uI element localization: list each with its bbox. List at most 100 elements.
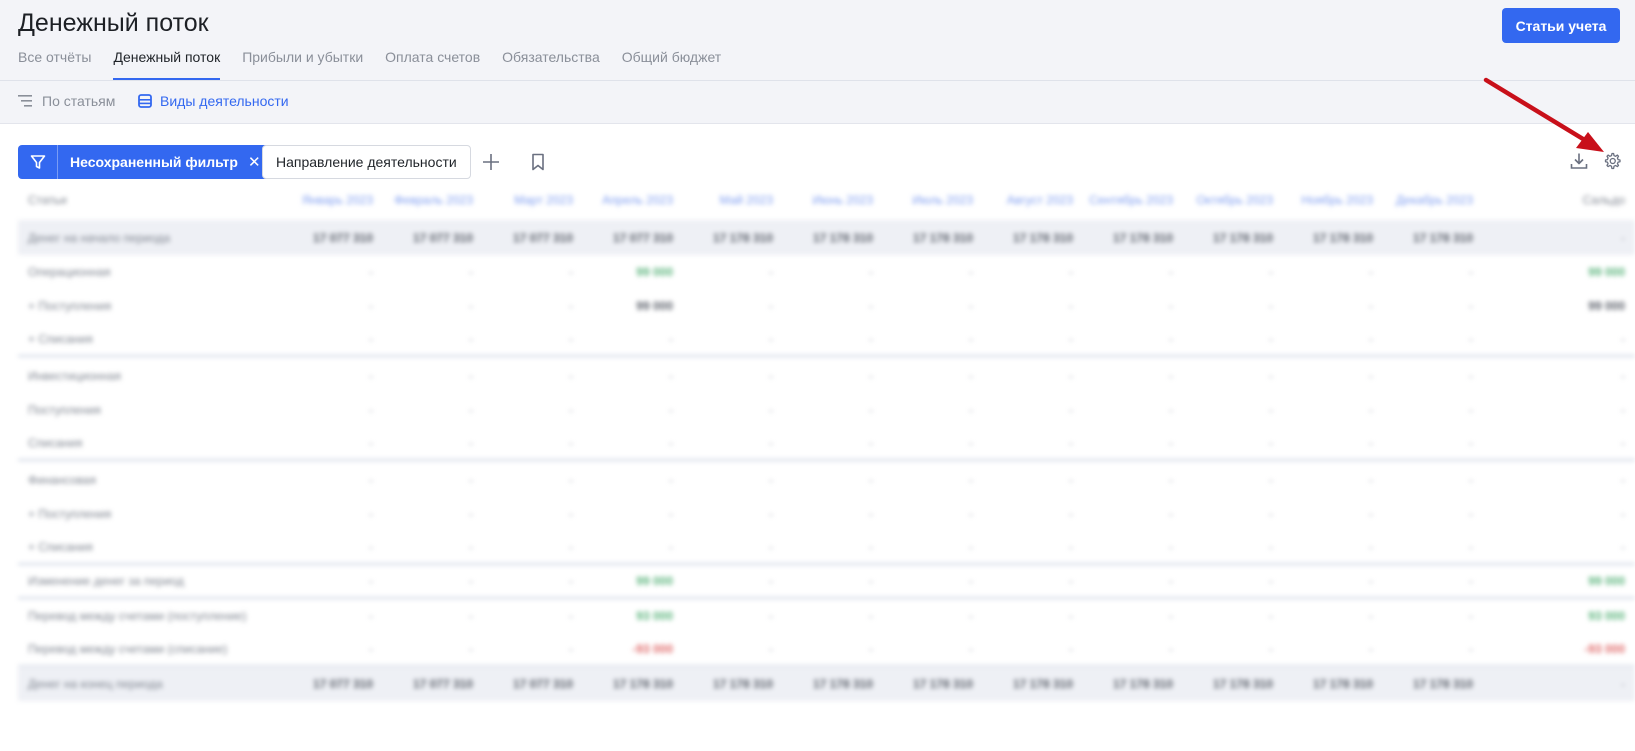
close-icon[interactable]: ✕ xyxy=(248,155,261,170)
table-row: Операционная - - - 99 000 - - - - - - - - 99 000 xyxy=(18,254,1635,289)
annotation-arrow-icon xyxy=(1483,77,1604,152)
table-cell: - xyxy=(569,264,573,279)
table-cell: - xyxy=(469,641,473,656)
table-cell: - xyxy=(1069,539,1073,554)
table-row-label: + Поступления xyxy=(28,298,112,313)
table-cell: - xyxy=(1469,539,1473,554)
tab-liabilities[interactable]: Обязательства xyxy=(502,49,600,80)
table-cell: - xyxy=(1369,608,1373,623)
table-row: Денег на начало периода 17 077 310 17 077 … xyxy=(18,220,1635,255)
table-row-label: Списания xyxy=(28,435,83,450)
bookmark-icon[interactable] xyxy=(528,151,548,173)
table-cell: - xyxy=(1369,331,1373,346)
table-cell: - xyxy=(469,539,473,554)
table-cell: - xyxy=(1269,608,1273,623)
table-header-month: Апрель 2023 xyxy=(602,193,673,207)
list-icon xyxy=(18,94,34,108)
view-by-items[interactable]: По статьям xyxy=(18,93,115,109)
table-cell: - xyxy=(869,402,873,417)
table-cell: 93 000 xyxy=(636,608,673,623)
table-cell: - xyxy=(1169,402,1173,417)
table-row-total: - xyxy=(1621,435,1625,450)
table-cell: - xyxy=(869,539,873,554)
table-cell: - xyxy=(1269,298,1273,313)
table-cell: - xyxy=(969,368,973,383)
table-cell: - xyxy=(769,539,773,554)
table-cell: - xyxy=(1469,573,1473,588)
table-row-label: + Поступления xyxy=(28,506,112,521)
table-header-row: Статьи Январь 2023 Февраль 2023 Март 2023 Ап… xyxy=(18,184,1635,216)
table-row: Поступления - - - - - - - - - - - - - xyxy=(18,392,1635,427)
filter-icon[interactable] xyxy=(18,145,58,179)
table-cell: 17 178 310 xyxy=(712,230,773,245)
table-cell: 17 077 310 xyxy=(612,230,673,245)
table-row-label: Инвестиционная xyxy=(28,368,122,383)
table-header-month: Сентябрь 2023 xyxy=(1089,193,1173,207)
table-cell: - xyxy=(869,298,873,313)
table-row: Изменение денег за период - - - 99 000 - - - - - -… xyxy=(18,564,1635,599)
table-cell: - xyxy=(669,331,673,346)
tab-cash-flow[interactable]: Денежный поток xyxy=(113,49,221,80)
table-cell: 99 000 xyxy=(636,573,673,588)
table-cell: - xyxy=(569,331,573,346)
table-row: Финансовая - - - - - - - - - - - - - xyxy=(18,462,1635,497)
table-row-total: - xyxy=(1621,676,1625,691)
table-cell: - xyxy=(969,506,973,521)
table-row-label: Перевод между счетами (списание) xyxy=(28,641,228,656)
table-row-label: Перевод между счетами (поступление) xyxy=(28,608,247,623)
table-cell: - xyxy=(569,402,573,417)
table-cell: - xyxy=(969,539,973,554)
table-cell: - xyxy=(969,573,973,588)
view-by-activity[interactable]: Виды деятельности xyxy=(138,93,289,109)
table-cell: - xyxy=(969,608,973,623)
table-cell: - xyxy=(969,641,973,656)
table-cell: - xyxy=(1069,608,1073,623)
table-cell: - xyxy=(1169,435,1173,450)
tab-invoice-payment[interactable]: Оплата счетов xyxy=(385,49,480,80)
table-cell: 17 178 310 xyxy=(812,230,873,245)
table-cell: - xyxy=(869,435,873,450)
table-cell: - xyxy=(1469,298,1473,313)
table-row-label: Изменение денег за период xyxy=(28,573,184,588)
table-cell: 17 178 310 xyxy=(1212,676,1273,691)
table-cell: - xyxy=(1469,608,1473,623)
tab-general-budget[interactable]: Общий бюджет xyxy=(622,49,721,80)
table-cell: 17 077 310 xyxy=(412,230,473,245)
table-cell: 17 178 310 xyxy=(1412,230,1473,245)
table-cell: - xyxy=(1169,641,1173,656)
activity-direction-button[interactable]: Направление деятельности xyxy=(262,145,471,179)
table-cell: - xyxy=(1269,573,1273,588)
table-cell: - xyxy=(369,573,373,588)
tab-profit-loss[interactable]: Прибыли и убытки xyxy=(242,49,363,80)
accounting-items-button[interactable]: Статьи учета xyxy=(1502,8,1620,43)
table-row-total: 99 000 xyxy=(1588,298,1625,313)
filter-pill[interactable]: Несохраненный фильтр ✕ xyxy=(18,145,275,179)
plus-icon[interactable] xyxy=(480,151,502,173)
table-cell: - xyxy=(969,264,973,279)
table-cell: 17 178 310 xyxy=(1212,230,1273,245)
table-row: Перевод между счетами (поступление) - - - 93… xyxy=(18,598,1635,633)
table-row: + Поступления - - - 99 000 - - - - - - - - 99 000 xyxy=(18,288,1635,323)
table-cell: - xyxy=(1169,368,1173,383)
table-cell: - xyxy=(1069,472,1073,487)
table-row-label: Денег на конец периода xyxy=(28,676,163,691)
table-cell: - xyxy=(1269,472,1273,487)
table-cell: - xyxy=(869,506,873,521)
table-header-month: Август 2023 xyxy=(1006,193,1073,207)
filter-label: Несохраненный фильтр xyxy=(70,154,238,170)
table-cell: - xyxy=(469,472,473,487)
table-cell: -93 000 xyxy=(632,641,673,656)
table-header-month: Ноябрь 2023 xyxy=(1301,193,1373,207)
table-row: Инвестиционная - - - - - - - - - - - - - xyxy=(18,358,1635,393)
table-cell: - xyxy=(669,539,673,554)
table-cell: 17 178 310 xyxy=(1312,676,1373,691)
report-tabs: Все отчёты Денежный поток Прибыли и убыт… xyxy=(18,49,721,80)
table-cell: - xyxy=(769,368,773,383)
cash-flow-table: Статьи Январь 2023 Февраль 2023 Март 2023 Ап… xyxy=(18,192,1635,732)
tab-all-reports[interactable]: Все отчёты xyxy=(18,49,91,80)
table-cell: - xyxy=(369,402,373,417)
table-cell: - xyxy=(1269,264,1273,279)
table-cell: - xyxy=(1369,402,1373,417)
table-cell: - xyxy=(1269,506,1273,521)
table-cell: - xyxy=(369,641,373,656)
